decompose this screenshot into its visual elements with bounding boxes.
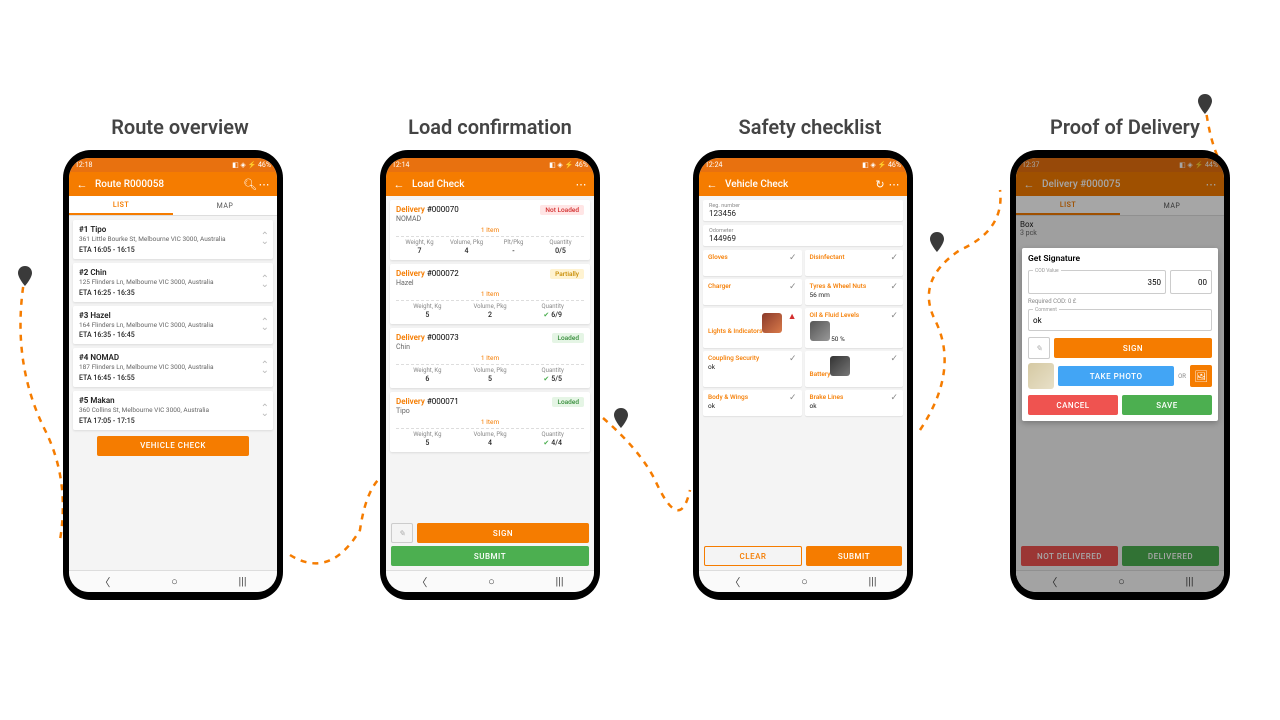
chevron-icon: ⌃⌄ xyxy=(261,277,269,287)
delivery-card[interactable]: Delivery #000072 Hazel Partially 1 Item … xyxy=(390,264,590,324)
status-pill: Loaded xyxy=(552,397,584,407)
check-charger[interactable]: Charger✓ xyxy=(703,279,802,305)
status-bar: 12:18◧ ◈ ⚡ 46% xyxy=(69,158,277,172)
delivery-card[interactable]: Delivery #000073 Chin Loaded 1 Item Weig… xyxy=(390,328,590,388)
phone-route: 12:18◧ ◈ ⚡ 46% ← Route R000058 🔍︎ ⋯ LIST… xyxy=(63,150,283,600)
required-cod-label: Required COD: 0 £ xyxy=(1028,298,1212,305)
photo-thumb[interactable] xyxy=(1028,363,1054,389)
delivery-card[interactable]: Delivery #000071 Tipo Loaded 1 Item Weig… xyxy=(390,392,590,452)
stop-card[interactable]: #2 Chin 125 Flinders Ln, Melbourne VIC 3… xyxy=(73,263,273,302)
appbar-route: ← Route R000058 🔍︎ ⋯ xyxy=(69,172,277,196)
back-icon[interactable]: ← xyxy=(705,177,719,191)
status-pill: Loaded xyxy=(552,333,584,343)
submit-button[interactable]: SUBMIT xyxy=(806,546,902,566)
gallery-button[interactable]: 🖼︎ xyxy=(1190,365,1212,387)
tabs: LIST MAP xyxy=(69,196,277,216)
nav-back-icon[interactable]: 〈 xyxy=(99,574,110,590)
appbar-title: Load Check xyxy=(412,179,574,190)
stop-card[interactable]: #1 Tipo 361 Little Bourke St, Melbourne … xyxy=(73,220,273,259)
signature-pad[interactable]: ✎ xyxy=(1028,337,1050,359)
stop-card[interactable]: #4 NOMAD 187 Flinders Ln, Melbourne VIC … xyxy=(73,348,273,387)
status-pill: Partially xyxy=(550,269,584,279)
save-button[interactable]: SAVE xyxy=(1122,395,1212,415)
check-icon: ✓ xyxy=(890,311,898,321)
check-lights[interactable]: Lights & Indicators▲ xyxy=(703,308,802,348)
search-icon[interactable]: 🔍︎ xyxy=(243,177,257,191)
check-body[interactable]: Body & Wings✓ok xyxy=(703,390,802,416)
vehicle-check-button[interactable]: VEHICLE CHECK xyxy=(97,436,249,456)
more-icon[interactable]: ⋯ xyxy=(887,177,901,191)
cod-decimal-input[interactable]: 00 xyxy=(1170,270,1212,294)
phone-load: 12:14◧ ◈ ⚡ 46% ← Load Check ⋯ Delivery #… xyxy=(380,150,600,600)
phone-pod: 12:37◧ ◈ ⚡ 44% ← Delivery #000075 ⋯ LIST… xyxy=(1010,150,1230,600)
comment-input[interactable]: Comment ok xyxy=(1028,309,1212,331)
nav-home-icon[interactable]: ○ xyxy=(171,575,178,588)
check-icon: ✓ xyxy=(890,282,898,292)
appbar-title: Route R000058 xyxy=(95,179,243,190)
signature-dialog: Get Signature COD Value 350 00 Required … xyxy=(1022,248,1218,421)
check-icon: ✓ xyxy=(890,253,898,263)
stop-card[interactable]: #3 Hazel 164 Flinders Ln, Melbourne VIC … xyxy=(73,306,273,345)
odometer-input[interactable]: Odometer 144969 xyxy=(703,225,903,246)
appbar-title: Vehicle Check xyxy=(725,179,873,190)
sign-button[interactable]: SIGN xyxy=(417,523,589,543)
caption-safety: Safety checklist xyxy=(700,115,920,139)
check-icon: ✓ xyxy=(789,393,797,403)
more-icon[interactable]: ⋯ xyxy=(574,177,588,191)
more-icon[interactable]: ⋯ xyxy=(257,177,271,191)
android-navbar: 〈 ○ ||| xyxy=(69,570,277,592)
chevron-icon: ⌃⌄ xyxy=(261,234,269,244)
tab-map[interactable]: MAP xyxy=(173,196,277,215)
stop-card[interactable]: #5 Makan 360 Collins St, Melbourne VIC 3… xyxy=(73,391,273,430)
check-oil[interactable]: Oil & Fluid Levels✓ 50 % xyxy=(805,308,904,348)
check-icon: ✓ xyxy=(789,282,797,292)
status-pill: Not Loaded xyxy=(540,205,584,215)
back-icon[interactable]: ← xyxy=(75,177,89,191)
caption-load: Load confirmation xyxy=(380,115,600,139)
caption-route: Route overview xyxy=(70,115,290,139)
dialog-title: Get Signature xyxy=(1028,254,1212,264)
check-coupling[interactable]: Coupling Security✓ok xyxy=(703,351,802,387)
delivery-card[interactable]: Delivery #000070 NOMAD Not Loaded 1 Item… xyxy=(390,200,590,260)
check-icon: ✓ xyxy=(789,253,797,263)
chevron-icon: ⌃⌄ xyxy=(261,406,269,416)
signature-thumb[interactable]: ✎ xyxy=(391,523,413,543)
check-brakes[interactable]: Brake Lines✓ok xyxy=(805,390,904,416)
history-icon[interactable]: ↻ xyxy=(873,177,887,191)
back-icon[interactable]: ← xyxy=(392,177,406,191)
warning-icon: ▲ xyxy=(788,311,797,322)
chevron-icon: ⌃⌄ xyxy=(261,363,269,373)
take-photo-button[interactable]: TAKE PHOTO xyxy=(1058,366,1174,386)
check-icon: ✓ xyxy=(789,354,797,364)
check-icon: ✓ xyxy=(890,393,898,403)
clear-button[interactable]: CLEAR xyxy=(704,546,802,566)
check-tyres[interactable]: Tyres & Wheel Nuts✓56 mm xyxy=(805,279,904,305)
cancel-button[interactable]: CANCEL xyxy=(1028,395,1118,415)
reg-input[interactable]: Reg. number 123456 xyxy=(703,200,903,221)
check-battery[interactable]: Battery✓ xyxy=(805,351,904,387)
sign-button[interactable]: SIGN xyxy=(1054,338,1212,358)
cod-value-input[interactable]: COD Value 350 xyxy=(1028,270,1166,294)
check-disinfectant[interactable]: Disinfectant✓ xyxy=(805,250,904,276)
check-gloves[interactable]: Gloves✓ xyxy=(703,250,802,276)
caption-pod: Proof of Delivery xyxy=(1010,115,1240,139)
submit-button[interactable]: SUBMIT xyxy=(391,546,589,566)
phone-safety: 12:24◧ ◈ ⚡ 46% ← Vehicle Check ↻ ⋯ Reg. … xyxy=(693,150,913,600)
nav-recent-icon[interactable]: ||| xyxy=(239,575,247,588)
check-icon: ✓ xyxy=(890,354,898,364)
tab-list[interactable]: LIST xyxy=(69,196,173,215)
chevron-icon: ⌃⌄ xyxy=(261,320,269,330)
